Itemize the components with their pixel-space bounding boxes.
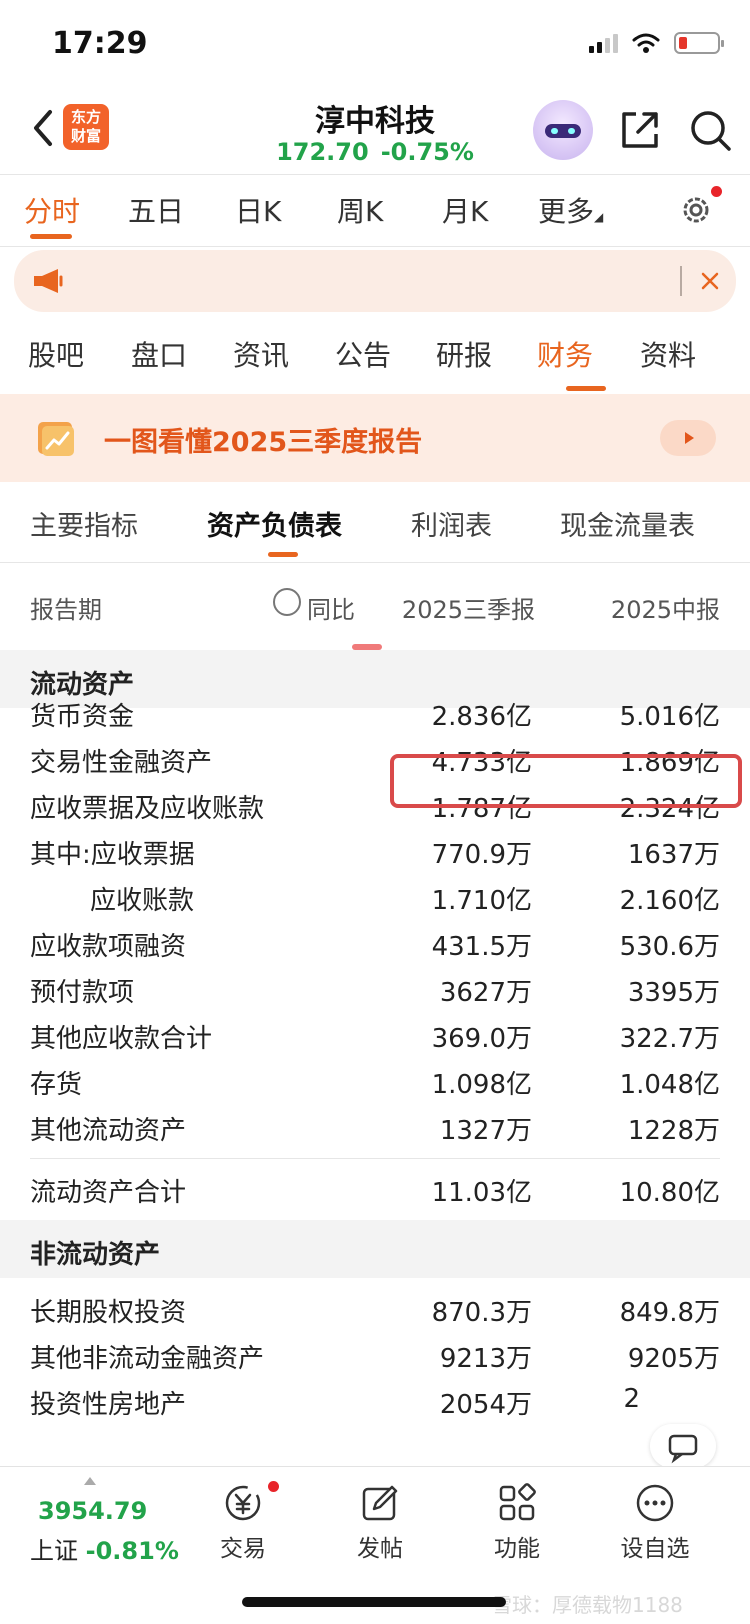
section-tabs: 股吧 盘口 资讯 公告 研报 财务 资料	[0, 320, 750, 392]
nav-trade[interactable]: 交易	[188, 1475, 298, 1565]
tab-announcements[interactable]: 公告	[335, 334, 391, 374]
period-tabs: 分时 五日 日K 周K 月K 更多◢	[0, 176, 750, 246]
stock-header: 东方 财富 淳中科技 172.70 -0.75%	[0, 90, 750, 174]
table-row: 存货 1.098亿 1.048亿	[30, 1070, 720, 1100]
index-name[interactable]: 上证 -0.81%	[30, 1531, 179, 1566]
index-value[interactable]: 3954.79	[38, 1497, 147, 1525]
tab-balance-sheet[interactable]: 资产负债表	[207, 504, 342, 543]
table-column-header: 报告期 同比 2025三季报 2025中报	[0, 566, 750, 644]
tab-intraday[interactable]: 分时	[24, 190, 80, 230]
table-row: 其中:应收票据 770.9万 1637万	[30, 840, 720, 870]
table-row: 应收款项融资 431.5万 530.6万	[30, 932, 720, 962]
group-header-non-current-assets: 非流动资产	[0, 1220, 750, 1278]
more-dots-icon	[636, 1484, 674, 1522]
ai-assistant-icon[interactable]	[533, 100, 593, 160]
yuan-circle-icon	[225, 1485, 261, 1521]
tab-forum[interactable]: 股吧	[28, 334, 84, 374]
announcement-bar[interactable]	[14, 250, 736, 312]
notification-dot	[711, 186, 722, 197]
notification-dot	[268, 1481, 279, 1492]
report-chart-icon	[38, 422, 74, 456]
active-tab-indicator	[566, 386, 606, 391]
active-tab-indicator	[268, 552, 298, 557]
edit-icon	[362, 1485, 398, 1521]
tab-five-day[interactable]: 五日	[128, 190, 184, 230]
tab-research[interactable]: 研报	[436, 334, 492, 374]
nav-functions[interactable]: 功能	[462, 1475, 572, 1565]
tab-more[interactable]: 更多◢	[538, 190, 603, 230]
divider	[0, 174, 750, 175]
stock-change-pct: -0.75%	[380, 138, 474, 166]
status-time: 17:29	[52, 26, 148, 61]
chat-bubble-icon[interactable]	[650, 1424, 716, 1468]
status-icons	[589, 32, 724, 54]
tab-monthly-k[interactable]: 月K	[442, 190, 488, 230]
table-row: 预付款项 3627万 3395万	[30, 978, 720, 1008]
table-row: 投资性房地产 2054万 2	[30, 1384, 640, 1420]
tab-income-statement[interactable]: 利润表	[411, 504, 492, 543]
status-bar: 17:29	[0, 0, 750, 90]
gear-icon[interactable]	[678, 192, 714, 228]
stock-price: 172.70	[276, 138, 369, 166]
home-indicator[interactable]	[242, 1597, 506, 1607]
wifi-icon	[632, 33, 660, 53]
table-row: 其他流动资产 1327万 1228万	[30, 1116, 720, 1146]
highlight-annotation	[390, 754, 742, 808]
watermark: 雪球：厚德载物1188	[492, 1593, 683, 1617]
expand-caret-icon[interactable]	[84, 1477, 96, 1485]
grid-apps-icon	[499, 1483, 536, 1521]
yoy-label[interactable]: 同比	[307, 590, 355, 625]
megaphone-icon	[34, 269, 63, 293]
bottom-nav-bar: 3954.79 上证 -0.81% 交易 发帖 功能 设自选 雪球：厚德载物11…	[0, 1466, 750, 1624]
tab-news[interactable]: 资讯	[233, 334, 289, 374]
share-icon[interactable]	[618, 108, 662, 152]
table-row: 应收账款 1.710亿 2.160亿	[90, 886, 720, 916]
column-2025-q3: 2025三季报	[401, 596, 535, 624]
statement-tabs: 主要指标 资产负债表 利润表 现金流量表	[0, 484, 750, 562]
tab-profile[interactable]: 资料	[640, 334, 696, 374]
tab-finance[interactable]: 财务	[537, 334, 593, 374]
separator	[680, 266, 682, 296]
page: 17:29 东方 财富 淳中科技 172.70 -0.75% 分时 五日 日K …	[0, 0, 750, 1624]
battery-icon	[674, 32, 724, 54]
table-row-total: 流动资产合计 11.03亿 10.80亿	[30, 1178, 720, 1208]
close-icon[interactable]	[697, 268, 723, 294]
play-arrow-icon[interactable]	[660, 420, 716, 456]
divider	[30, 1158, 720, 1159]
tab-orderbook[interactable]: 盘口	[131, 334, 187, 374]
cellular-signal-icon	[589, 33, 618, 53]
table-row: 其他非流动金融资产 9213万 9205万	[30, 1344, 720, 1374]
table-row: 货币资金 2.836亿 5.016亿	[30, 702, 720, 732]
nav-post[interactable]: 发帖	[325, 1475, 435, 1565]
tab-weekly-k[interactable]: 周K	[337, 190, 383, 230]
table-row: 其他应收款合计 369.0万 322.7万	[30, 1024, 720, 1054]
nav-add-watchlist[interactable]: 设自选	[600, 1475, 710, 1565]
tab-key-indicators[interactable]: 主要指标	[30, 504, 138, 543]
tab-daily-k[interactable]: 日K	[235, 190, 281, 230]
table-row: 长期股权投资 870.3万 849.8万	[30, 1298, 720, 1328]
banner-title: 一图看懂2025三季度报告	[104, 427, 423, 458]
tab-cash-flow[interactable]: 现金流量表	[560, 504, 695, 543]
dropdown-triangle-icon: ◢	[594, 210, 604, 224]
report-banner[interactable]: 一图看懂2025三季度报告	[0, 394, 750, 482]
active-tab-indicator	[30, 234, 72, 239]
divider	[0, 562, 750, 563]
yoy-radio[interactable]	[273, 588, 301, 616]
column-2025-h1: 2025中报	[610, 596, 720, 624]
search-icon[interactable]	[688, 108, 732, 152]
divider	[0, 246, 750, 247]
period-label: 报告期	[30, 596, 102, 624]
